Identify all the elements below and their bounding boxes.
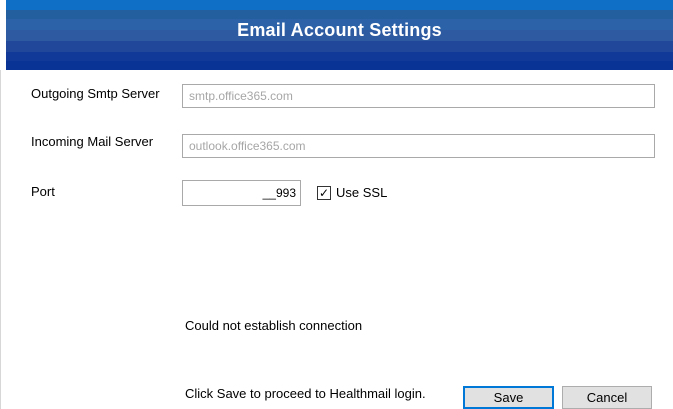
dialog-header: Email Account Settings <box>6 0 673 70</box>
connection-status-message: Could not establish connection <box>185 318 363 333</box>
save-hint-text: Click Save to proceed to Healthmail logi… <box>185 386 426 401</box>
use-ssl-label[interactable]: Use SSL <box>336 185 387 200</box>
use-ssl-checkbox-wrapper[interactable]: ✓ Use SSL <box>317 185 387 200</box>
smtp-server-input[interactable]: smtp.office365.com <box>182 84 655 108</box>
use-ssl-checkbox[interactable]: ✓ <box>317 185 331 200</box>
port-input[interactable]: __993 <box>182 180 301 206</box>
port-label: Port <box>31 184 55 199</box>
incoming-mail-server-input[interactable]: outlook.office365.com <box>182 134 655 158</box>
save-button[interactable]: Save <box>463 386 554 409</box>
left-border <box>0 70 7 409</box>
email-account-settings-dialog: Email Account Settings Outgoing Smtp Ser… <box>0 0 673 409</box>
cancel-button[interactable]: Cancel <box>562 386 652 409</box>
smtp-server-label: Outgoing Smtp Server <box>31 86 160 101</box>
incoming-mail-server-label: Incoming Mail Server <box>31 134 154 149</box>
dialog-title: Email Account Settings <box>237 20 442 40</box>
